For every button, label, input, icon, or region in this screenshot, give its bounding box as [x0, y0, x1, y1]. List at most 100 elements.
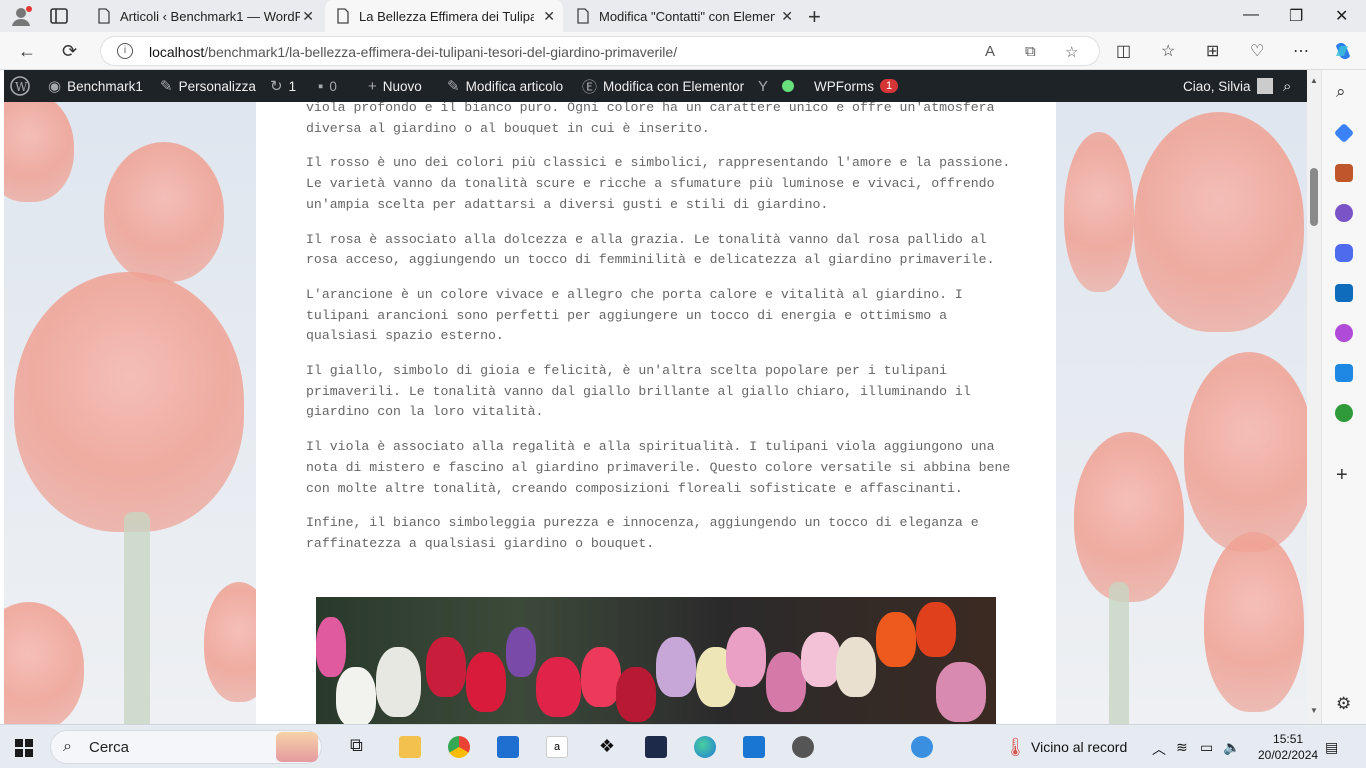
search-highlight-icon: [276, 732, 318, 762]
sidebar-settings-icon[interactable]: ⚙: [1336, 694, 1351, 714]
brush-icon: ✎: [160, 78, 173, 95]
powershell-icon[interactable]: [645, 736, 667, 758]
dropbox-icon[interactable]: ❖: [596, 736, 618, 758]
background-tulip: [1204, 532, 1304, 712]
article-paragraph: Infine, il bianco simboleggia purezza e …: [306, 515, 979, 551]
windows-start-icon[interactable]: [15, 739, 33, 757]
tab-elementor[interactable]: Modifica "Contatti" con Elementor ✕: [565, 0, 801, 32]
yoast-icon: Y: [758, 77, 769, 95]
help-icon[interactable]: [911, 736, 933, 758]
sidebar-search-icon[interactable]: ⌕: [1336, 82, 1346, 102]
file-explorer-icon[interactable]: [399, 736, 421, 758]
browser-tabstrip: Articoli ‹ Benchmark1 — WordPress ✕ La B…: [0, 0, 1366, 32]
updates-icon: ↻: [270, 78, 283, 95]
sidebar-send-icon[interactable]: [1335, 364, 1353, 382]
collections-icon[interactable]: ⊞: [1206, 41, 1219, 61]
site-name-menu[interactable]: ◉ Benchmark1: [48, 70, 143, 102]
sidebar-outlook-icon[interactable]: [1335, 284, 1353, 302]
maximize-button[interactable]: ❐: [1289, 6, 1303, 26]
taskbar-search[interactable]: ⌕ Cerca: [50, 730, 322, 764]
yoast-seo-menu[interactable]: Y: [758, 70, 795, 102]
background-tulip: [1134, 112, 1304, 332]
updates-link[interactable]: ↻ 1: [270, 70, 296, 102]
clock-time: 15:51: [1273, 732, 1304, 746]
sidebar-add-icon[interactable]: +: [1336, 464, 1348, 487]
close-tab-icon[interactable]: ✕: [543, 8, 555, 25]
refresh-icon[interactable]: ⟳: [62, 41, 77, 62]
scroll-up-icon[interactable]: ▲: [1310, 76, 1318, 85]
favorite-star-icon[interactable]: ☆: [1065, 43, 1078, 61]
page-scrollbar[interactable]: ▲ ▼: [1307, 70, 1321, 724]
tab-articoli[interactable]: Articoli ‹ Benchmark1 — WordPress ✕: [86, 0, 322, 32]
amazon-icon[interactable]: a: [546, 736, 568, 758]
edit-post-label: Modifica articolo: [465, 78, 564, 94]
article-paragraph: Il giallo, simbolo di gioia e felicità, …: [306, 363, 971, 420]
edit-post-link[interactable]: ✎ Modifica articolo: [447, 70, 563, 102]
tulips-photo: [316, 597, 996, 724]
tray-chevron-icon[interactable]: ︿: [1152, 739, 1166, 759]
page-icon: [337, 8, 349, 24]
back-arrow-icon[interactable]: ←: [18, 41, 36, 62]
sidebar-designer-icon[interactable]: [1335, 324, 1353, 342]
background-tulip: [14, 272, 244, 532]
new-label: Nuovo: [382, 78, 422, 94]
tab-title: Modifica "Contatti" con Elementor: [599, 8, 775, 24]
updates-count: 1: [288, 78, 297, 94]
tab-tulipani[interactable]: La Bellezza Effimera dei Tulipani: Tesor…: [325, 0, 563, 32]
taskbar-clock[interactable]: 15:51 20/02/2024: [1258, 731, 1318, 763]
volume-icon[interactable]: 🔈: [1223, 739, 1240, 756]
close-tab-icon[interactable]: ✕: [302, 8, 314, 25]
more-menu-icon[interactable]: ⋯: [1293, 41, 1309, 61]
wp-admin-bar: W ◉ Benchmark1 ✎ Personalizza ↻ 1 ▪ 0 + …: [4, 70, 1307, 102]
weather-label[interactable]: Vicino al record: [1031, 739, 1127, 755]
sidebar-tree-icon[interactable]: [1335, 404, 1353, 422]
tab-actions-icon[interactable]: [50, 8, 68, 24]
split-screen-icon[interactable]: ◫: [1116, 41, 1131, 61]
sidebar-m365-icon[interactable]: [1335, 244, 1353, 262]
new-content-menu[interactable]: + Nuovo: [368, 70, 422, 102]
tab-title: Articoli ‹ Benchmark1 — WordPress: [120, 8, 300, 24]
minimize-button[interactable]: —: [1243, 6, 1259, 24]
favorites-icon[interactable]: ☆: [1161, 41, 1175, 61]
sidebar-shopping-icon[interactable]: [1333, 122, 1355, 144]
scrollbar-thumb[interactable]: [1310, 168, 1318, 226]
site-info-icon[interactable]: i: [117, 43, 133, 59]
background-tulip: [4, 602, 84, 724]
edge-icon[interactable]: [694, 736, 716, 758]
wordpress-logo-icon[interactable]: W: [10, 70, 30, 102]
background-stem: [124, 512, 150, 724]
copilot-icon[interactable]: [1332, 40, 1354, 62]
address-bar[interactable]: i localhost/benchmark1/la-bellezza-effim…: [100, 36, 1100, 66]
chrome-icon[interactable]: [448, 736, 470, 758]
read-aloud-icon[interactable]: A: [985, 43, 995, 60]
github-desktop-icon[interactable]: [792, 736, 814, 758]
wifi-icon[interactable]: ≋: [1176, 739, 1188, 756]
profile-icon[interactable]: [10, 5, 32, 27]
customize-label: Personalizza: [178, 78, 256, 94]
performance-icon[interactable]: ♡: [1250, 41, 1264, 61]
windows-taskbar: ⌕ Cerca ⧉ a ❖ 🌡 Vicino al record ︿ ≋ ▭ 🔈…: [0, 724, 1366, 768]
edit-with-elementor-link[interactable]: Ⓔ Modifica con Elementor: [582, 70, 744, 102]
scroll-down-icon[interactable]: ▼: [1310, 706, 1318, 715]
comments-link[interactable]: ▪ 0: [318, 70, 337, 102]
battery-icon[interactable]: ▭: [1200, 739, 1213, 756]
account-menu[interactable]: Ciao, Silvia: [1183, 70, 1273, 102]
edge-sidebar: ⌕ + ⚙: [1321, 70, 1366, 724]
url-text[interactable]: localhost/benchmark1/la-bellezza-effimer…: [149, 44, 677, 60]
customize-link[interactable]: ✎ Personalizza: [160, 70, 256, 102]
notifications-icon[interactable]: ▤: [1325, 739, 1338, 756]
mail-icon[interactable]: [743, 736, 765, 758]
close-tab-icon[interactable]: ✕: [781, 8, 793, 25]
close-window-button[interactable]: ✕: [1335, 6, 1348, 26]
store-icon[interactable]: [497, 736, 519, 758]
search-label: Cerca: [89, 739, 130, 756]
sidebar-games-icon[interactable]: [1335, 204, 1353, 222]
article-paragraph: Il rosa è associato alla dolcezza e alla…: [306, 231, 995, 268]
task-view-icon[interactable]: ⧉: [350, 735, 363, 756]
wpforms-menu[interactable]: WPForms 1: [814, 70, 899, 102]
admin-search-icon[interactable]: ⌕: [1283, 70, 1291, 102]
new-tab-button[interactable]: +: [808, 4, 821, 30]
sidebar-tools-icon[interactable]: [1335, 164, 1353, 182]
app-available-icon[interactable]: ⧉: [1025, 43, 1036, 60]
article-paragraph: Il viola è associato alla regalità e all…: [306, 439, 1011, 496]
